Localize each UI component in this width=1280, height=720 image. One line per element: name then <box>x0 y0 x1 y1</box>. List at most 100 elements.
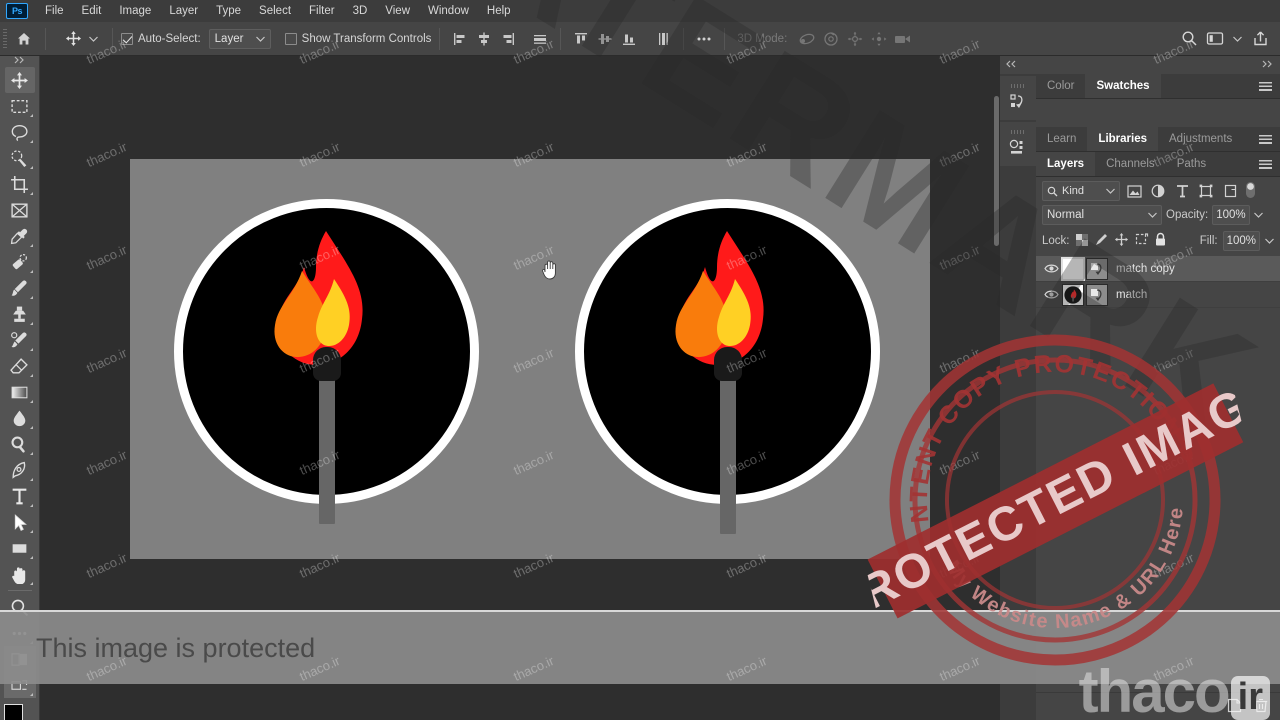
hand-tool[interactable] <box>5 561 35 587</box>
opacity-caret-icon[interactable] <box>1253 209 1263 221</box>
tool-flyout-indicator[interactable] <box>29 478 33 481</box>
brush-tool[interactable] <box>5 275 35 301</box>
menu-item-3d[interactable]: 3D <box>344 2 377 20</box>
align-horizontal-centers-icon[interactable] <box>472 27 496 51</box>
more-options-icon[interactable] <box>692 27 716 51</box>
tab-channels[interactable]: Channels <box>1095 152 1166 176</box>
delete-layer-icon[interactable] <box>1254 698 1268 716</box>
share-icon[interactable] <box>1248 27 1272 51</box>
color-swatches[interactable] <box>3 704 36 720</box>
history-brush-tool[interactable] <box>5 327 35 353</box>
clone-stamp-tool[interactable] <box>5 301 35 327</box>
show-transform-controls-checkbox[interactable]: Show Transform Controls <box>284 32 431 45</box>
tool-flyout-indicator[interactable] <box>29 582 33 585</box>
tool-flyout-indicator[interactable] <box>29 452 33 455</box>
search-icon[interactable] <box>1177 27 1201 51</box>
align-top-edges-icon[interactable] <box>569 27 593 51</box>
auto-select-scope-dropdown[interactable]: Layer <box>208 28 271 49</box>
tool-flyout-indicator[interactable] <box>29 166 33 169</box>
shape-layer-filter-icon[interactable] <box>1196 181 1216 201</box>
menu-item-view[interactable]: View <box>376 2 419 20</box>
panel-menu-icon[interactable] <box>1251 127 1280 151</box>
move-tool-icon[interactable] <box>58 26 88 52</box>
workspace-caret-icon[interactable] <box>1229 33 1246 45</box>
panel-menu-icon[interactable] <box>1251 152 1280 176</box>
type-tool[interactable] <box>5 483 35 509</box>
gradient-tool[interactable] <box>5 379 35 405</box>
tool-flyout-indicator[interactable] <box>29 556 33 559</box>
align-right-edges-icon[interactable] <box>496 27 520 51</box>
tool-flyout-indicator[interactable] <box>29 140 33 143</box>
blur-tool[interactable] <box>5 405 35 431</box>
layer-thumbnail[interactable] <box>1062 283 1084 306</box>
menu-item-help[interactable]: Help <box>478 2 520 20</box>
match-icon-left[interactable] <box>174 199 479 524</box>
fill-field[interactable]: 100% <box>1222 231 1260 251</box>
menu-item-image[interactable]: Image <box>110 2 160 20</box>
path-selection-tool[interactable] <box>5 509 35 535</box>
lock-image-pixels-icon[interactable] <box>1094 232 1109 250</box>
opacity-field[interactable]: 100% <box>1212 205 1250 225</box>
lasso-tool[interactable] <box>5 119 35 145</box>
tool-flyout-indicator[interactable] <box>29 374 33 377</box>
swatches-panel-body[interactable] <box>1036 99 1280 127</box>
menu-item-file[interactable]: File <box>36 2 73 20</box>
tab-color[interactable]: Color <box>1036 74 1085 98</box>
tool-flyout-indicator[interactable] <box>29 296 33 299</box>
marquee-tool[interactable] <box>5 93 35 119</box>
align-bottom-edges-icon[interactable] <box>617 27 641 51</box>
match-icon-right[interactable] <box>575 199 880 534</box>
expand-panels-icon[interactable] <box>1262 60 1274 71</box>
actions-panel-icon[interactable] <box>1000 122 1036 166</box>
expand-panel-icon[interactable] <box>0 56 39 64</box>
tab-adjustments[interactable]: Adjustments <box>1158 127 1243 151</box>
tool-flyout-indicator[interactable] <box>29 348 33 351</box>
healing-brush-tool[interactable] <box>5 249 35 275</box>
history-panel-icon[interactable] <box>1000 76 1036 120</box>
tab-paths[interactable]: Paths <box>1166 152 1217 176</box>
tab-swatches[interactable]: Swatches <box>1085 74 1161 98</box>
auto-select-checkbox[interactable]: Auto-Select: <box>121 32 201 45</box>
menu-item-layer[interactable]: Layer <box>160 2 207 20</box>
show-transform-check-box[interactable] <box>284 32 297 45</box>
table-row[interactable]: match copy <box>1036 256 1280 282</box>
workspace-layout-icon[interactable] <box>1203 27 1227 51</box>
rectangle-tool[interactable] <box>5 535 35 561</box>
distribute-icon[interactable] <box>528 27 552 51</box>
tool-flyout-indicator[interactable] <box>29 530 33 533</box>
align-vertical-centers-icon[interactable] <box>593 27 617 51</box>
lock-transparent-pixels-icon[interactable] <box>1075 233 1089 250</box>
menu-item-type[interactable]: Type <box>207 2 250 20</box>
fill-caret-icon[interactable] <box>1265 235 1274 247</box>
layer-link-thumbnail[interactable] <box>1086 257 1108 280</box>
new-layer-icon[interactable] <box>1227 698 1242 716</box>
options-bar-grip[interactable] <box>3 28 7 49</box>
lock-artboard-nesting-icon[interactable] <box>1134 232 1149 250</box>
collapse-panels-icon[interactable] <box>1006 60 1018 71</box>
layer-kind-filter-dropdown[interactable]: Kind <box>1042 181 1120 201</box>
pixel-layer-filter-icon[interactable] <box>1124 181 1144 201</box>
move-tool-preset-caret-icon[interactable] <box>89 33 98 45</box>
panel-menu-icon[interactable] <box>1251 74 1280 98</box>
align-left-edges-icon[interactable] <box>448 27 472 51</box>
smart-object-filter-icon[interactable] <box>1220 181 1240 201</box>
tool-flyout-indicator[interactable] <box>29 693 33 696</box>
eraser-tool[interactable] <box>5 353 35 379</box>
scrollbar-thumb[interactable] <box>994 96 999 246</box>
move-tool[interactable] <box>4 67 35 93</box>
frame-tool[interactable] <box>5 197 35 223</box>
menu-item-select[interactable]: Select <box>250 2 300 20</box>
crop-tool[interactable] <box>5 171 35 197</box>
layer-thumbnail[interactable] <box>1061 256 1085 281</box>
adjustment-layer-filter-icon[interactable] <box>1148 181 1168 201</box>
lock-all-icon[interactable] <box>1154 232 1167 250</box>
menu-item-filter[interactable]: Filter <box>300 2 344 20</box>
filter-toggle-icon[interactable] <box>1244 181 1256 201</box>
tool-flyout-indicator[interactable] <box>29 400 33 403</box>
home-icon[interactable] <box>11 26 37 52</box>
tool-flyout-indicator[interactable] <box>29 114 33 117</box>
auto-select-check-box[interactable] <box>121 32 133 45</box>
eyedropper-tool[interactable] <box>5 223 35 249</box>
tool-flyout-indicator[interactable] <box>29 322 33 325</box>
tool-flyout-indicator[interactable] <box>29 244 33 247</box>
